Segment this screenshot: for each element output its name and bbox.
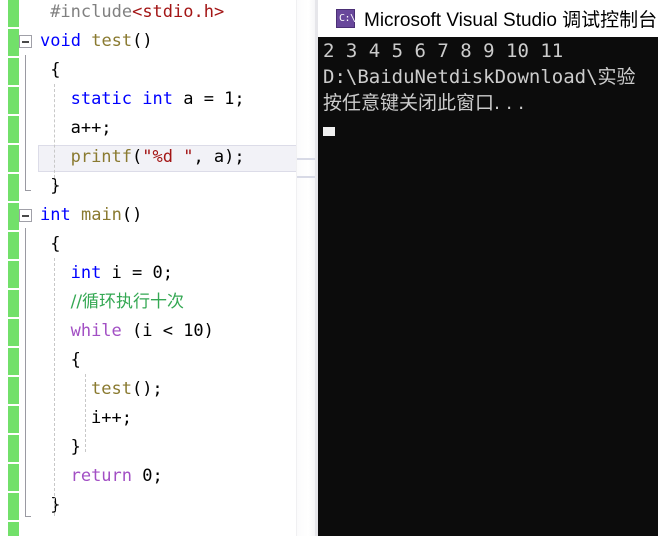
code-token: { <box>50 234 61 254</box>
code-line[interactable]: { <box>40 346 81 375</box>
change-indicator-segment <box>8 522 19 536</box>
code-token: { <box>50 60 61 80</box>
code-token: <stdio.h> <box>132 2 225 22</box>
change-indicator-segment <box>8 319 19 346</box>
code-editor-pane[interactable]: #include<stdio.h> void test(){static int … <box>0 0 316 536</box>
code-line[interactable]: static int a = 1; <box>40 85 245 114</box>
change-indicator-segment <box>8 116 19 143</box>
code-token: i = 0; <box>101 263 173 283</box>
code-token: , a); <box>193 147 245 167</box>
change-indicator-segment <box>8 232 19 259</box>
change-indicator-segment <box>8 174 19 201</box>
code-token: () <box>121 205 143 225</box>
code-token: //循环执行十次 <box>70 292 185 312</box>
change-indicator-segment <box>8 406 19 433</box>
code-line[interactable]: int i = 0; <box>40 259 173 288</box>
editor-change-indicator-bar <box>8 0 19 536</box>
fold-region-foot <box>25 516 31 517</box>
code-line[interactable]: test(); <box>40 375 163 404</box>
editor-outlining-margin[interactable] <box>19 0 40 536</box>
code-token: while <box>70 321 122 341</box>
console-text-cursor <box>323 127 335 136</box>
scrollbar-annotation-mark <box>297 158 316 160</box>
code-token: } <box>50 176 61 196</box>
scrollbar-annotation-mark <box>297 176 316 178</box>
code-line[interactable]: #include<stdio.h> <box>40 0 224 27</box>
code-token: test <box>91 379 132 399</box>
code-token: "%d " <box>142 147 194 167</box>
code-token: printf <box>70 147 133 167</box>
code-token: #include <box>50 2 133 22</box>
indent-guide <box>85 374 86 452</box>
editor-vertical-scrollbar[interactable] <box>296 0 316 536</box>
code-token: test <box>91 31 133 51</box>
console-output-line: D:\BaiduNetdiskDownload\实验 <box>323 66 636 88</box>
code-line[interactable]: while (i < 10) <box>40 317 214 346</box>
console-window-title: Microsoft Visual Studio 调试控制台 <box>364 10 658 31</box>
code-token: (i < 10) <box>121 321 214 341</box>
code-token: } <box>50 495 61 515</box>
code-token: int <box>40 205 71 225</box>
fold-region-foot <box>25 190 31 191</box>
code-token: { <box>70 350 81 370</box>
indent-guide <box>54 258 55 516</box>
fold-region-line <box>25 55 26 190</box>
code-token: i++; <box>91 408 132 428</box>
code-token: return <box>70 466 133 486</box>
code-token: (); <box>131 379 163 399</box>
change-indicator-segment <box>8 203 19 230</box>
code-line[interactable]: } <box>40 433 81 462</box>
code-token: } <box>70 437 81 457</box>
change-indicator-segment <box>8 435 19 462</box>
code-text-area[interactable]: #include<stdio.h> void test(){static int … <box>40 0 316 536</box>
code-token: 0; <box>132 466 163 486</box>
code-token: a++; <box>70 118 112 138</box>
fold-region-line <box>25 228 26 516</box>
change-indicator-segment <box>8 145 19 172</box>
code-token: static <box>70 89 133 109</box>
console-title-bar[interactable]: C:\ Microsoft Visual Studio 调试控制台 <box>318 0 658 37</box>
console-output-line: 2 3 4 5 6 7 8 9 10 11 <box>323 40 564 62</box>
code-line[interactable]: int main() <box>40 201 142 230</box>
change-indicator-segment <box>8 0 19 27</box>
code-token: main <box>80 205 122 225</box>
code-token: () <box>132 31 153 51</box>
console-output-line: 按任意键关闭此窗口. . . <box>323 92 525 114</box>
code-line[interactable]: return 0; <box>40 462 163 491</box>
debug-console-window[interactable]: C:\ Microsoft Visual Studio 调试控制台 2 3 4 … <box>315 0 658 536</box>
console-cmd-icon: C:\ <box>336 9 356 28</box>
code-token: a = 1; <box>172 89 245 109</box>
code-line[interactable]: printf("%d ", a); <box>40 143 245 172</box>
collapse-minus-icon[interactable] <box>19 35 32 48</box>
code-line[interactable]: a++; <box>40 114 112 143</box>
change-indicator-segment <box>8 290 19 317</box>
indent-guide <box>54 84 55 188</box>
change-indicator-segment <box>8 377 19 404</box>
change-indicator-segment <box>8 464 19 491</box>
code-token: int <box>142 89 173 109</box>
change-indicator-segment <box>8 29 19 56</box>
code-line[interactable]: { <box>40 230 60 259</box>
code-line[interactable]: { <box>40 56 60 85</box>
change-indicator-segment <box>8 87 19 114</box>
change-indicator-segment <box>8 493 19 520</box>
change-indicator-segment <box>8 348 19 375</box>
change-indicator-segment <box>8 58 19 85</box>
code-line[interactable]: } <box>40 172 60 201</box>
code-token: void <box>40 31 81 51</box>
collapse-minus-icon[interactable] <box>19 209 32 222</box>
code-line[interactable]: //循环执行十次 <box>40 288 184 317</box>
editor-selection-margin <box>0 0 8 536</box>
code-line[interactable]: } <box>40 491 60 520</box>
console-icon-glyph: C:\ <box>339 13 356 24</box>
code-token: ( <box>132 147 143 167</box>
code-token: int <box>70 263 102 283</box>
change-indicator-segment <box>8 261 19 288</box>
code-line[interactable]: void test() <box>40 27 153 56</box>
console-output-area[interactable]: 2 3 4 5 6 7 8 9 10 11 D:\BaiduNetdiskDown… <box>318 37 658 536</box>
